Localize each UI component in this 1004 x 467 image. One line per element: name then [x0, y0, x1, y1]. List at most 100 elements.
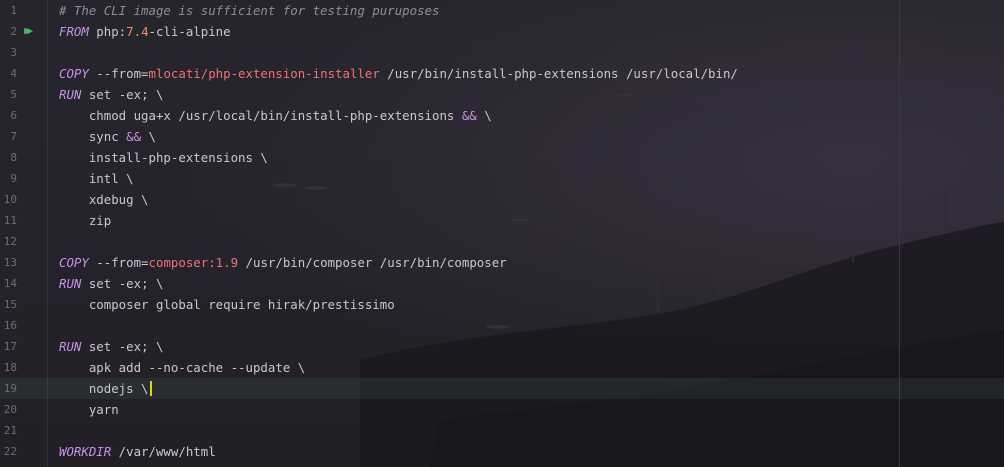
line-number: 14	[3, 277, 17, 290]
code-token: yarn	[59, 402, 119, 417]
code-token: \	[476, 108, 492, 123]
code-token: /usr/bin/install-php-extensions /usr/loc…	[379, 66, 738, 81]
code-token: COPY	[59, 255, 89, 270]
code-token: # The CLI image is sufficient for testin…	[59, 3, 440, 18]
line-number: 11	[3, 214, 17, 227]
line-number: 22	[3, 445, 17, 458]
code-token: install-php-extensions \	[59, 150, 268, 165]
line-number: 7	[10, 130, 17, 143]
run-gutter-icon[interactable]: ▶▶	[24, 24, 33, 38]
code-line[interactable]: 2 ▶▶ FROM php:7.4-cli-alpine	[0, 21, 1004, 42]
code-token: WORKDIR	[59, 444, 112, 459]
line-number: 4	[10, 67, 17, 80]
line-number: 1	[10, 4, 17, 17]
code-text[interactable]: FROM php:7.4-cli-alpine	[59, 21, 231, 42]
code-line[interactable]: 13 COPY --from=composer:1.9 /usr/bin/comp…	[0, 252, 1004, 273]
line-number: 17	[3, 340, 17, 353]
line-number: 12	[3, 235, 17, 248]
code-token: &&	[126, 129, 142, 144]
code-token: RUN	[59, 339, 82, 354]
line-number: 3	[10, 46, 17, 59]
code-line[interactable]: 6 chmod uga+x /usr/local/bin/install-php…	[0, 105, 1004, 126]
code-line[interactable]: 18 apk add --no-cache --update \	[0, 357, 1004, 378]
line-number: 20	[3, 403, 17, 416]
code-token: /usr/bin/composer /usr/bin/composer	[238, 255, 507, 270]
code-token: set -ex; \	[81, 276, 164, 291]
code-token: xdebug \	[59, 192, 149, 207]
code-text[interactable]: chmod uga+x /usr/local/bin/install-php-e…	[59, 105, 492, 126]
code-token: --from=	[88, 255, 149, 270]
code-text[interactable]: RUN set -ex; \	[59, 336, 163, 357]
code-line[interactable]: 4 COPY --from=mlocati/php-extension-insta…	[0, 63, 1004, 84]
code-line[interactable]: 9 intl \	[0, 168, 1004, 189]
code-line[interactable]: 12	[0, 231, 1004, 252]
code-line[interactable]: 15 composer global require hirak/prestis…	[0, 294, 1004, 315]
line-number: 15	[3, 298, 17, 311]
line-number: 16	[3, 319, 17, 332]
code-lines[interactable]: 1 # The CLI image is sufficient for testi…	[0, 0, 1004, 462]
line-number: 5	[10, 88, 17, 101]
code-token: set -ex; \	[81, 339, 164, 354]
line-number: 9	[10, 172, 17, 185]
code-text[interactable]: RUN set -ex; \	[59, 273, 163, 294]
code-token: mlocati/php-extension-installer	[148, 66, 380, 81]
code-text[interactable]: RUN set -ex; \	[59, 84, 163, 105]
line-number: 2	[10, 25, 17, 38]
code-token: --from=	[88, 66, 149, 81]
code-token: &&	[461, 108, 477, 123]
code-token: 7.4	[126, 24, 149, 39]
code-text[interactable]: COPY --from=composer:1.9 /usr/bin/compos…	[59, 252, 507, 273]
code-token: zip	[59, 213, 112, 228]
line-number: 21	[3, 424, 17, 437]
code-line[interactable]: 16	[0, 315, 1004, 336]
code-text[interactable]: yarn	[59, 399, 119, 420]
code-text[interactable]: COPY --from=mlocati/php-extension-instal…	[59, 63, 738, 84]
code-text[interactable]: nodejs \	[59, 378, 152, 399]
line-number: 19	[3, 382, 17, 395]
code-line[interactable]: 17 RUN set -ex; \	[0, 336, 1004, 357]
code-line[interactable]: 21	[0, 420, 1004, 441]
code-token: nodejs \	[59, 381, 149, 396]
line-number: 13	[3, 256, 17, 269]
line-number: 10	[3, 193, 17, 206]
code-token: RUN	[59, 276, 82, 291]
code-line[interactable]: 3	[0, 42, 1004, 63]
code-text[interactable]: zip	[59, 210, 111, 231]
code-line[interactable]: 20 yarn	[0, 399, 1004, 420]
code-token: php:	[88, 24, 127, 39]
code-text[interactable]: # The CLI image is sufficient for testin…	[59, 0, 439, 21]
code-token: \	[141, 129, 156, 144]
code-token: apk add --no-cache --update \	[59, 360, 306, 375]
code-text[interactable]: apk add --no-cache --update \	[59, 357, 305, 378]
code-line[interactable]: 1 # The CLI image is sufficient for testi…	[0, 0, 1004, 21]
line-number: 6	[10, 109, 17, 122]
code-line[interactable]: 11 zip	[0, 210, 1004, 231]
code-line[interactable]: 7 sync && \	[0, 126, 1004, 147]
code-token: /var/www/html	[111, 444, 216, 459]
line-number: 8	[10, 151, 17, 164]
code-line[interactable]: 10 xdebug \	[0, 189, 1004, 210]
code-token: COPY	[59, 66, 89, 81]
code-text[interactable]: intl \	[59, 168, 134, 189]
code-line[interactable]: 8 install-php-extensions \	[0, 147, 1004, 168]
code-text[interactable]: WORKDIR /var/www/html	[59, 441, 216, 462]
code-text[interactable]: sync && \	[59, 126, 156, 147]
code-token: composer global require hirak/prestissim…	[59, 297, 395, 312]
code-token: intl \	[59, 171, 134, 186]
code-text[interactable]: composer global require hirak/prestissim…	[59, 294, 395, 315]
code-line[interactable]: 5 RUN set -ex; \	[0, 84, 1004, 105]
code-token: -cli-alpine	[148, 24, 231, 39]
code-token: set -ex; \	[81, 87, 164, 102]
code-editor[interactable]: 1 # The CLI image is sufficient for testi…	[0, 0, 1004, 467]
code-token: FROM	[59, 24, 89, 39]
code-token: composer:1.9	[148, 255, 239, 270]
code-line[interactable]: 19 nodejs \	[0, 378, 1004, 399]
code-text[interactable]: xdebug \	[59, 189, 149, 210]
code-token: chmod uga+x /usr/local/bin/install-php-e…	[59, 108, 462, 123]
text-caret	[149, 381, 152, 396]
code-text[interactable]: install-php-extensions \	[59, 147, 268, 168]
line-number: 18	[3, 361, 17, 374]
code-token: RUN	[59, 87, 82, 102]
code-line[interactable]: 14 RUN set -ex; \	[0, 273, 1004, 294]
code-line[interactable]: 22 WORKDIR /var/www/html	[0, 441, 1004, 462]
